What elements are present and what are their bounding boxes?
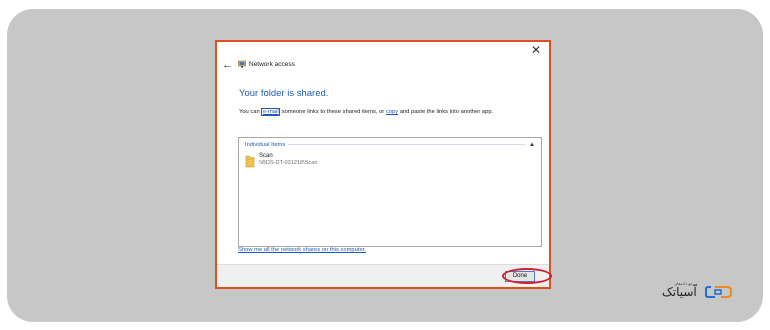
folder-icon <box>245 154 255 168</box>
brand-logo: مرجع داده‌های آسیاتک <box>660 281 736 303</box>
back-arrow-icon: ← <box>222 59 233 71</box>
copy-link[interactable]: copy <box>386 109 398 115</box>
description-text: You can e-mail someone links to these sh… <box>239 108 494 116</box>
close-icon: ✕ <box>530 43 542 57</box>
dialog-title: Network access <box>249 60 295 68</box>
list-item[interactable]: Scan \\BDS-DT-031218\Scan <box>245 153 317 168</box>
close-button[interactable]: ✕ <box>529 43 543 57</box>
item-path: \\BDS-DT-031218\Scan <box>259 160 318 166</box>
done-button[interactable]: Done <box>505 271 535 282</box>
group-divider <box>288 144 526 145</box>
item-name: Scan <box>259 153 273 159</box>
logo-mark-icon <box>705 284 733 305</box>
email-link[interactable]: e-mail <box>261 108 281 116</box>
group-header[interactable]: Individual Items ▲ <box>245 140 535 149</box>
page-heading: Your folder is shared. <box>239 88 329 99</box>
description-middle: someone links to these shared items, or <box>280 109 386 115</box>
chevron-up-icon[interactable]: ▲ <box>529 142 535 148</box>
logo-wordmark: آسیاتک <box>662 285 697 299</box>
back-button[interactable]: ← <box>222 59 233 71</box>
network-share-icon <box>238 60 246 68</box>
network-access-dialog: ✕ ← Network access Your folder is shared… <box>215 40 551 289</box>
shared-items-list[interactable]: Individual Items ▲ Scan \\BDS-DT-031218\… <box>238 137 542 247</box>
list-item-text: Scan \\BDS-DT-031218\Scan <box>259 153 317 167</box>
dialog-footer: Done <box>217 264 549 287</box>
show-all-shares-link[interactable]: Show me all the network shares on this c… <box>238 247 366 253</box>
description-suffix: and paste the links into another app. <box>398 109 494 115</box>
dialog-title-bar: Network access <box>238 60 295 68</box>
group-label: Individual Items <box>245 141 286 148</box>
description-prefix: You can <box>239 109 262 115</box>
